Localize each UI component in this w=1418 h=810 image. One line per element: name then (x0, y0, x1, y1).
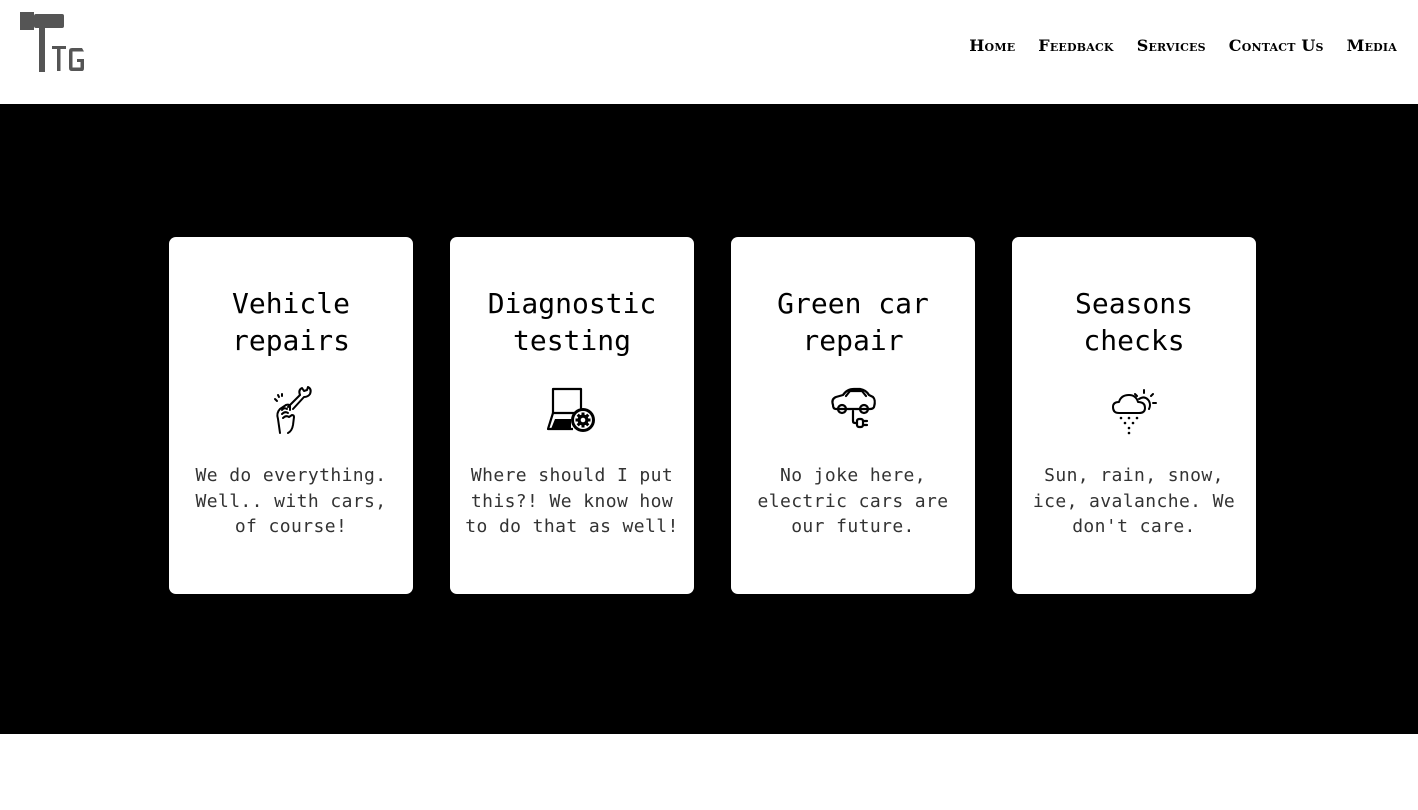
tg-logo-icon (20, 12, 84, 72)
nav-contact-us[interactable]: Contact Us (1229, 36, 1324, 55)
nav-services[interactable]: Services (1137, 36, 1206, 55)
service-card-vehicle-repairs: Vehicle repairs We do everything. Well..… (169, 237, 413, 594)
logo[interactable] (20, 12, 90, 74)
service-card-green-car-repair: Green car repair No joke here, electric … (731, 237, 975, 594)
card-description: Where should I put this?! We know how to… (465, 465, 679, 537)
site-header: Home Feedback Services Contact Us Media (0, 0, 1418, 104)
card-description: We do everything. Well.. with cars, of c… (195, 465, 387, 537)
card-title: Diagnostic testing (487, 287, 657, 357)
nav-home[interactable]: Home (969, 36, 1015, 55)
nav-feedback[interactable]: Feedback (1038, 36, 1113, 55)
electric-car-icon (831, 387, 876, 429)
weather-icon (1112, 389, 1157, 435)
service-card-diagnostic-testing: Diagnostic testing Where should I put th… (450, 237, 694, 594)
laptop-gear-icon (547, 387, 595, 432)
card-description: No joke here, electric cars are our futu… (757, 465, 949, 537)
card-title: Green car repair (777, 287, 929, 357)
wrench-hand-icon (274, 386, 312, 434)
services-section: Vehicle repairs We do everything. Well..… (0, 104, 1418, 734)
nav-media[interactable]: Media (1347, 36, 1397, 55)
card-description: Sun, rain, snow, ice, avalanche. We don'… (1032, 465, 1236, 537)
card-title: Vehicle repairs (231, 287, 350, 357)
main-nav: Home Feedback Services Contact Us Media (969, 36, 1397, 55)
card-title: Seasons checks (1074, 287, 1193, 357)
service-card-seasons-checks: Seasons checks Sun, rain, snow, ice, ava… (1012, 237, 1256, 594)
page-bottom-section (0, 734, 1418, 810)
